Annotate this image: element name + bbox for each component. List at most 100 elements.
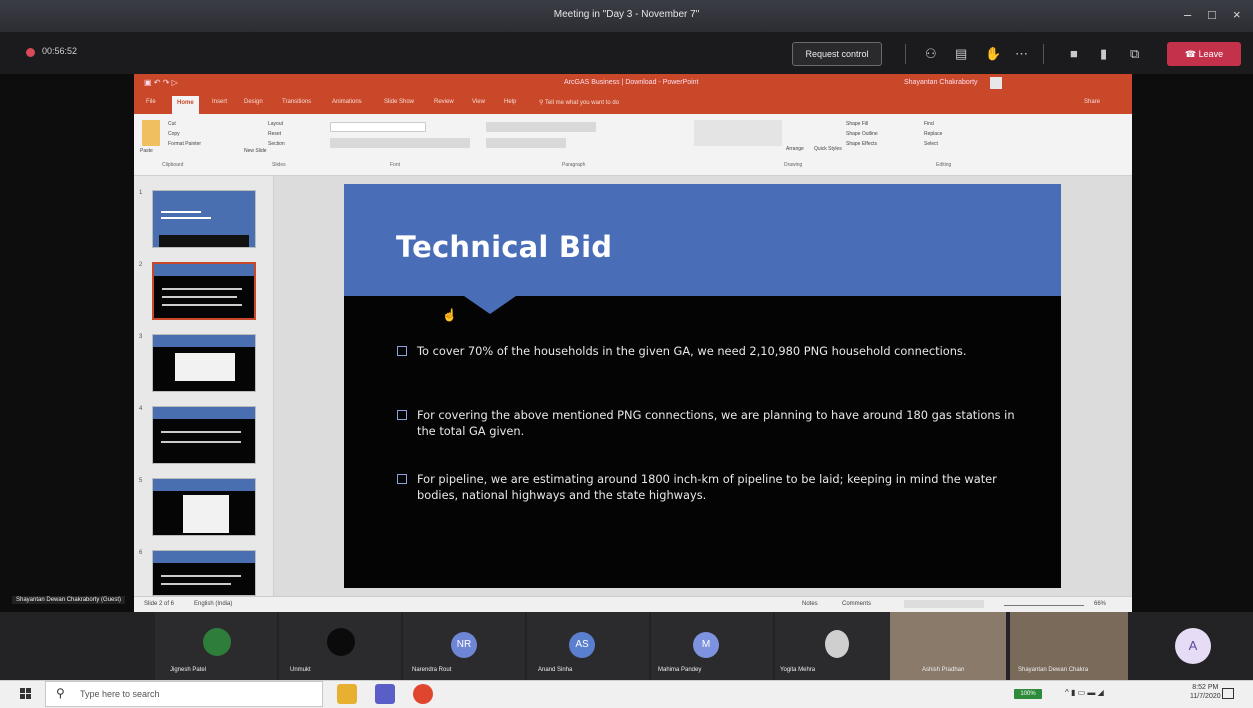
shape-outline-button[interactable]: Shape Outline xyxy=(846,131,878,137)
window-title: Meeting in "Day 3 - November 7" xyxy=(553,9,700,20)
ppt-ribbon-tabs: File Home Insert Design Transitions Anim… xyxy=(134,94,1132,114)
slide-thumbnail-4[interactable] xyxy=(152,406,256,464)
tab-home[interactable]: Home xyxy=(172,96,199,114)
avatar: NR xyxy=(451,632,477,658)
replace-button[interactable]: Replace xyxy=(924,131,942,137)
leave-button[interactable]: ☎ Leave xyxy=(1167,42,1241,66)
meeting-toolbar xyxy=(0,32,1253,74)
paste-icon[interactable] xyxy=(142,120,160,146)
find-button[interactable]: Find xyxy=(924,121,934,127)
zoom-level[interactable]: 66% xyxy=(1094,601,1106,607)
view-buttons[interactable] xyxy=(904,600,984,608)
thumb-line xyxy=(161,431,241,433)
ppt-statusbar: Slide 2 of 6 English (India) Notes Comme… xyxy=(134,596,1132,612)
section-button[interactable]: Section xyxy=(268,141,285,147)
notification-icon[interactable] xyxy=(1222,688,1234,699)
participant-name: Ashish Pradhan xyxy=(922,667,965,673)
tab-insert[interactable]: Insert xyxy=(212,99,227,105)
quick-access-icons[interactable]: ▣ ↶ ↷ ▷ xyxy=(144,78,178,87)
search-placeholder: Type here to search xyxy=(80,689,160,699)
shapes-gallery[interactable] xyxy=(694,120,782,146)
teams-icon[interactable] xyxy=(375,684,395,704)
paragraph-buttons[interactable] xyxy=(486,122,596,132)
slide-thumbnail-3[interactable] xyxy=(152,334,256,392)
tab-slide-show[interactable]: Slide Show xyxy=(384,99,414,105)
current-slide[interactable]: Technical Bid ☝ To cover 70% of the hous… xyxy=(344,184,1061,588)
tab-help[interactable]: Help xyxy=(504,99,516,105)
avatar: AS xyxy=(569,632,595,658)
share-icon[interactable]: ⧉ xyxy=(1130,46,1139,62)
reset-button[interactable]: Reset xyxy=(268,131,281,137)
tell-me-search[interactable]: ⚲ Tell me what you want to do xyxy=(539,99,619,106)
tab-view[interactable]: View xyxy=(472,99,485,105)
participant-name: Yogita Mehra xyxy=(780,667,816,673)
thumb-line xyxy=(161,211,201,213)
file-explorer-icon[interactable] xyxy=(337,684,357,704)
tab-transitions[interactable]: Transitions xyxy=(282,99,311,105)
thumb-line xyxy=(161,217,211,219)
quick-styles-button[interactable]: Quick Styles xyxy=(814,146,842,152)
avatar xyxy=(327,628,355,656)
share-button[interactable]: Share xyxy=(1084,99,1100,105)
participant-name: Anand Sinha xyxy=(538,667,573,673)
request-control-button[interactable]: Request control xyxy=(792,42,882,66)
slide-title: Technical Bid xyxy=(396,230,613,264)
tab-animations[interactable]: Animations xyxy=(332,99,362,105)
minimize-button[interactable]: – xyxy=(1184,7,1191,22)
chat-icon[interactable]: ▤ xyxy=(955,46,967,62)
slide-number: 5 xyxy=(139,478,143,484)
select-button[interactable]: Select xyxy=(924,141,938,147)
thumb-header xyxy=(153,551,255,563)
zoom-slider[interactable] xyxy=(1004,605,1084,606)
presenter-label: Shayantan Dewan Chakraborty (Guest) xyxy=(12,596,126,604)
group-slides: Slides xyxy=(272,162,286,168)
mic-icon[interactable]: ▮ xyxy=(1100,46,1107,62)
avatar[interactable]: A xyxy=(1175,628,1211,664)
arrange-button[interactable]: Arrange xyxy=(786,146,804,152)
bullet-text-2: For covering the above mentioned PNG con… xyxy=(417,408,1015,438)
slide-thumbnail-6[interactable] xyxy=(152,550,256,596)
tab-file[interactable]: File xyxy=(146,99,156,105)
system-clock[interactable]: 8:52 PM 11/7/2020 xyxy=(1190,683,1221,701)
new-slide-button[interactable]: New Slide xyxy=(244,148,267,154)
thumb-line xyxy=(162,304,242,306)
shape-effects-button[interactable]: Shape Effects xyxy=(846,141,877,147)
slide-count: Slide 2 of 6 xyxy=(144,601,175,607)
layout-button[interactable]: Layout xyxy=(268,121,283,127)
notes-button[interactable]: Notes xyxy=(802,601,818,607)
tray-icons[interactable]: ^ ▮ ▭ ▬ ◢ xyxy=(1065,688,1104,697)
meeting-timer: 00:56:52 xyxy=(42,46,78,56)
thumb-line xyxy=(161,441,241,443)
thumb-table xyxy=(175,353,235,381)
camera-icon[interactable]: ■ xyxy=(1070,46,1078,61)
format-painter-button[interactable]: Format Painter xyxy=(168,141,201,147)
ppt-titlebar: ▣ ↶ ↷ ▷ ArcGAS Business | Download - Pow… xyxy=(134,74,1132,94)
maximize-button[interactable]: □ xyxy=(1208,7,1216,22)
raise-hand-icon[interactable]: ✋ xyxy=(985,46,1001,62)
clock-date: 11/7/2020 xyxy=(1190,693,1221,700)
group-paragraph: Paragraph xyxy=(562,162,586,168)
more-icon[interactable]: ⋯ xyxy=(1015,46,1028,62)
avatar xyxy=(203,628,231,656)
comments-button[interactable]: Comments xyxy=(842,601,871,607)
alignment-buttons[interactable] xyxy=(486,138,566,148)
participant-name: Mahima Pandey xyxy=(658,667,702,673)
slide-thumbnail-5[interactable] xyxy=(152,478,256,536)
copy-button[interactable]: Copy xyxy=(168,131,180,137)
language-indicator: English (India) xyxy=(194,601,233,607)
cut-button[interactable]: Cut xyxy=(168,121,176,127)
font-family-select[interactable] xyxy=(330,122,426,132)
font-format-buttons[interactable] xyxy=(330,138,470,148)
slide-thumbnail-2[interactable] xyxy=(152,262,256,320)
shape-fill-button[interactable]: Shape Fill xyxy=(846,121,868,127)
tab-design[interactable]: Design xyxy=(244,99,263,105)
paste-label: Paste xyxy=(140,148,153,154)
close-button[interactable]: × xyxy=(1233,7,1241,22)
slide-thumbnail-1[interactable] xyxy=(152,190,256,248)
battery-indicator[interactable]: 100% xyxy=(1014,689,1042,699)
chrome-icon[interactable] xyxy=(413,684,433,704)
thumb-line xyxy=(161,575,241,577)
windows-start-icon[interactable] xyxy=(20,688,32,700)
people-icon[interactable]: ⚇ xyxy=(925,46,937,62)
tab-review[interactable]: Review xyxy=(434,99,454,105)
